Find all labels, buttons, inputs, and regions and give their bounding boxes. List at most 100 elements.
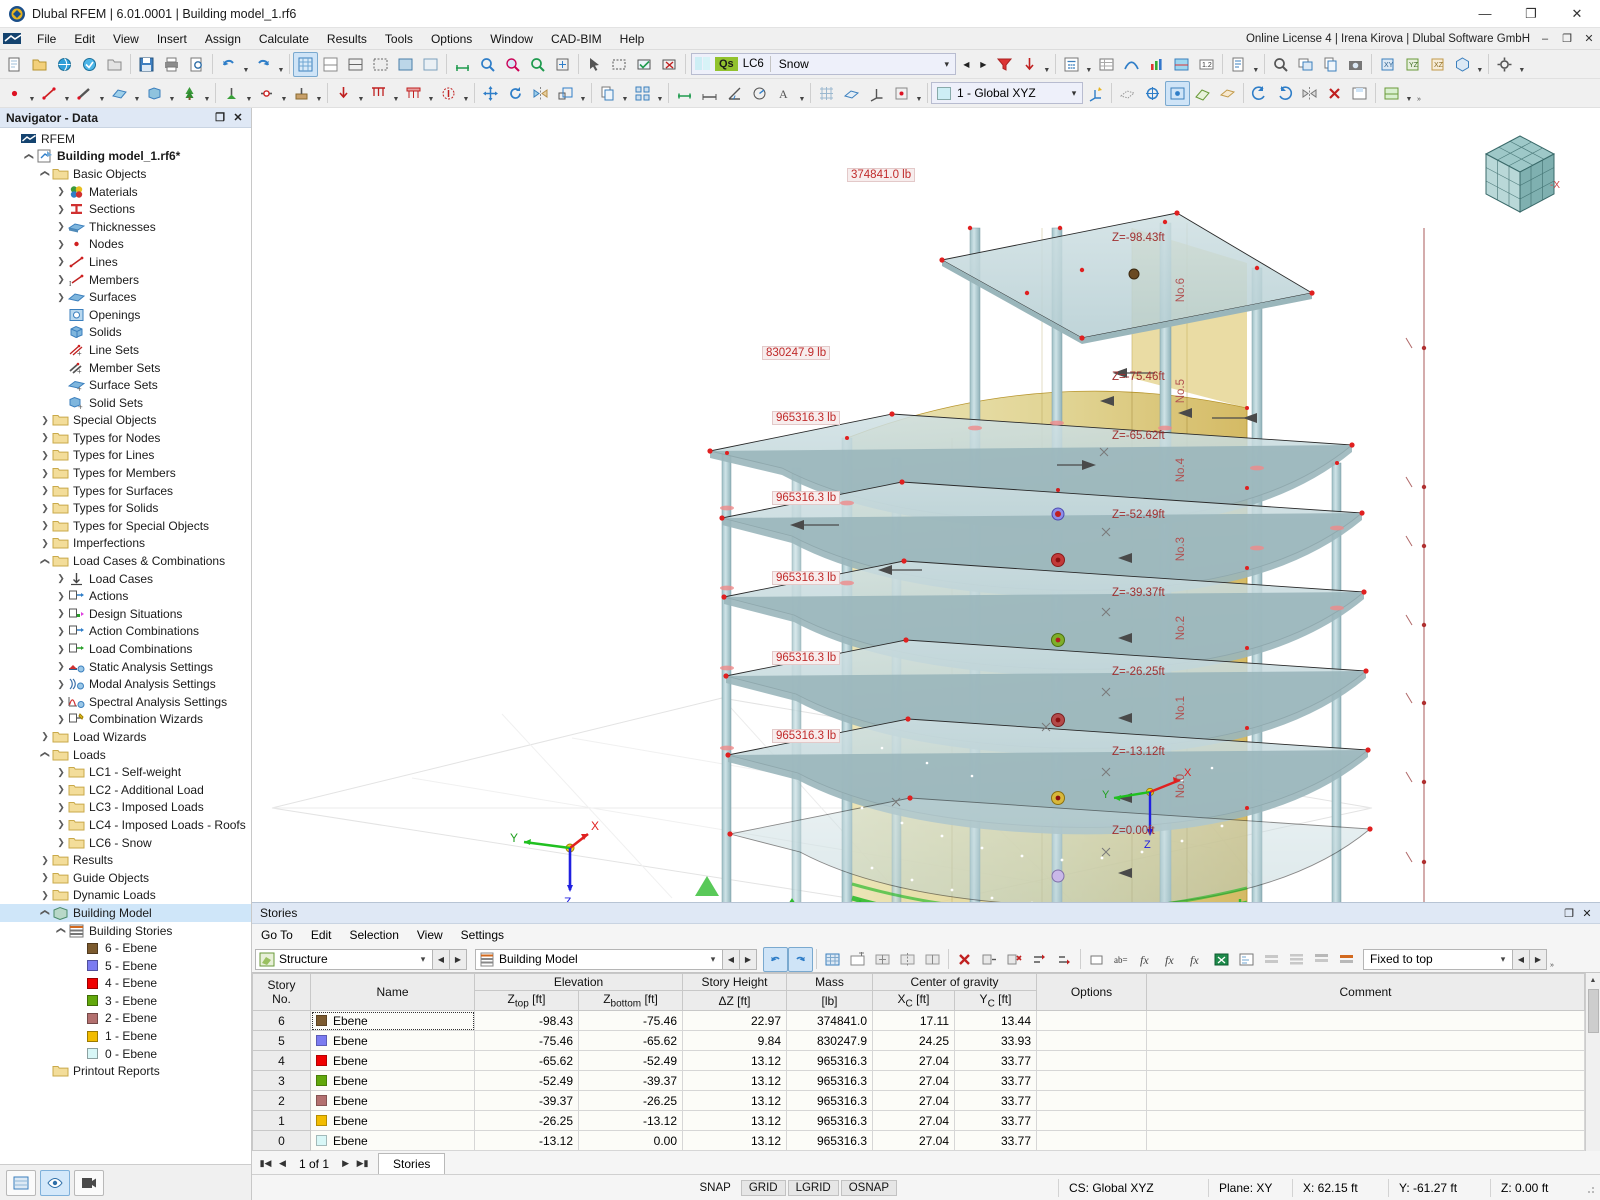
move-objects-button[interactable] — [478, 81, 503, 106]
copy-objects-button[interactable] — [595, 81, 620, 106]
tree-item-lc4-imposed-loads-roofs[interactable]: ❯ LC4 - Imposed Loads - Roofs — [0, 816, 251, 834]
chevron-down-icon[interactable]: ❮ — [40, 554, 51, 568]
cell-story-no[interactable]: 1 — [252, 1110, 311, 1132]
fixed-mode-prev-button[interactable]: ◀ — [1513, 948, 1530, 970]
stories-table-body[interactable]: 6 Ebene -98.43 -75.46 22.97 374841.0 17.11 13.4… — [252, 1010, 1585, 1151]
navigator-views-tab-button[interactable] — [74, 1169, 104, 1196]
chevron-down-icon[interactable]: ❮ — [40, 748, 51, 762]
tree-item-lc6-snow[interactable]: ❯ LC6 - Snow — [0, 834, 251, 852]
cell-story-height[interactable]: 22.97 — [682, 1010, 787, 1032]
cell-comment[interactable] — [1146, 1070, 1585, 1092]
tree-item-load-combinations[interactable]: ❯ Load Combinations — [0, 640, 251, 658]
stories-formula2-button[interactable]: fx — [1159, 947, 1184, 972]
status-grid-toggle[interactable]: GRID — [740, 1179, 786, 1196]
tree-item-building-model-1-rf6[interactable]: ❮ Building model_1.rf6* — [0, 148, 251, 166]
tree-item-1-ebene[interactable]: 1 - Ebene — [0, 1027, 251, 1045]
cell-yc[interactable]: 33.77 — [953, 1110, 1038, 1132]
results-surface-button[interactable] — [1169, 52, 1194, 77]
cell-story-name[interactable]: Ebene — [310, 1070, 475, 1092]
insert-line-load-caret[interactable]: ▼ — [391, 81, 401, 106]
cell-story-name[interactable]: Ebene — [310, 1010, 475, 1032]
tree-item-3-ebene[interactable]: 3 - Ebene — [0, 992, 251, 1010]
chevron-right-icon[interactable]: ❯ — [54, 644, 68, 655]
stories-delete-button[interactable] — [952, 947, 977, 972]
stories-insert-row-button[interactable] — [845, 947, 870, 972]
deselect-button[interactable] — [657, 52, 682, 77]
stories-print-table-button[interactable] — [1234, 947, 1259, 972]
tree-item-building-stories[interactable]: ❮ Building Stories — [0, 922, 251, 940]
stories-vertical-scrollbar[interactable]: ▲ — [1585, 973, 1600, 1151]
rotate-objects-button[interactable] — [503, 81, 528, 106]
cell-zbottom[interactable]: 0.00 — [578, 1130, 683, 1151]
building-model-next-button[interactable]: ▶ — [740, 948, 757, 970]
cell-story-no[interactable]: 2 — [252, 1090, 311, 1112]
chevron-right-icon[interactable]: ❯ — [38, 503, 52, 514]
redo-button[interactable] — [251, 52, 276, 77]
view-navigation-cube[interactable]: -X — [1468, 126, 1572, 230]
tree-item-types-for-lines[interactable]: ❯ Types for Lines — [0, 447, 251, 465]
cell-yc[interactable]: 33.93 — [953, 1030, 1038, 1052]
cell-story-no[interactable]: 0 — [252, 1130, 311, 1151]
insert-member-button[interactable] — [72, 81, 97, 106]
insert-free-load-caret[interactable]: ▼ — [461, 81, 471, 106]
cell-story-name[interactable]: Ebene — [310, 1090, 475, 1112]
cell-story-no[interactable]: 5 — [252, 1030, 311, 1052]
measure-button[interactable] — [672, 81, 697, 106]
calculate-dropdown-caret[interactable]: ▼ — [1084, 52, 1094, 77]
chevron-right-icon[interactable]: ❯ — [38, 415, 52, 426]
cell-story-no[interactable]: 6 — [252, 1010, 311, 1032]
cell-comment[interactable] — [1146, 1130, 1585, 1151]
load-case-prev-button[interactable]: ◀ — [958, 54, 975, 74]
section-view-button[interactable] — [1215, 81, 1240, 106]
menu-insert[interactable]: Insert — [148, 30, 196, 48]
cell-story-name[interactable]: Ebene — [310, 1030, 475, 1052]
cell-ztop[interactable]: -13.12 — [474, 1130, 579, 1151]
cell-story-name[interactable]: Ebene — [310, 1130, 475, 1151]
stories-menu-view[interactable]: View — [408, 926, 452, 944]
tree-item-loads[interactable]: ❮ Loads — [0, 746, 251, 764]
open-web-button[interactable] — [52, 52, 77, 77]
cell-mass[interactable]: 965316.3 — [786, 1130, 873, 1151]
chevron-right-icon[interactable]: ❯ — [54, 204, 68, 215]
chevron-right-icon[interactable]: ❯ — [54, 679, 68, 690]
insert-surface-load-button[interactable] — [401, 81, 426, 106]
menu-edit[interactable]: Edit — [65, 30, 104, 48]
mdi-close-button[interactable]: ✕ — [1578, 29, 1600, 49]
stories-rename-button[interactable]: ab= — [1109, 947, 1134, 972]
cell-story-height[interactable]: 13.12 — [682, 1130, 787, 1151]
stories-delete-row-button[interactable] — [1002, 947, 1027, 972]
chevron-right-icon[interactable]: ❯ — [54, 186, 68, 197]
chevron-right-icon[interactable]: ❯ — [38, 855, 52, 866]
building-model-chevron-down-icon[interactable]: ▾ — [704, 954, 722, 965]
array-objects-caret[interactable]: ▼ — [655, 81, 665, 106]
chevron-right-icon[interactable]: ❯ — [54, 626, 68, 637]
results-table-button[interactable] — [1094, 52, 1119, 77]
osnap-dropdown-caret[interactable]: ▼ — [914, 81, 924, 106]
cell-mass[interactable]: 965316.3 — [786, 1050, 873, 1072]
dimension-tool-button[interactable] — [450, 52, 475, 77]
fixed-mode-chevron-down-icon[interactable]: ▾ — [1494, 954, 1512, 965]
cell-comment[interactable] — [1146, 1090, 1585, 1112]
stories-building-model-selector[interactable]: Building Model ▾ — [475, 948, 723, 970]
open-recent-button[interactable] — [102, 52, 127, 77]
mirror-objects-button[interactable] — [528, 81, 553, 106]
cell-options[interactable] — [1036, 1110, 1148, 1132]
osnap-button[interactable] — [889, 81, 914, 106]
menu-assign[interactable]: Assign — [196, 30, 250, 48]
cell-xc[interactable]: 27.04 — [872, 1070, 955, 1092]
insert-line-button[interactable] — [37, 81, 62, 106]
tree-item-combination-wizards[interactable]: ❯ Combination Wizards — [0, 711, 251, 729]
stories-move-down-button[interactable] — [1052, 947, 1077, 972]
mdi-restore-button[interactable]: ❐ — [1556, 29, 1578, 49]
cell-yc[interactable]: 33.77 — [953, 1090, 1038, 1112]
cell-zbottom[interactable]: -26.25 — [578, 1090, 683, 1112]
resize-grip-icon[interactable] — [1582, 1181, 1596, 1195]
tree-item-nodes[interactable]: ❯ Nodes — [0, 236, 251, 254]
array-objects-button[interactable] — [630, 81, 655, 106]
cell-ztop[interactable]: -52.49 — [474, 1070, 579, 1092]
visibility-mode-button[interactable] — [1165, 80, 1190, 106]
next-view-button[interactable] — [1272, 81, 1297, 106]
insert-nodal-load-button[interactable] — [331, 81, 356, 106]
tree-item-modal-analysis-settings[interactable]: ❯ Modal Analysis Settings — [0, 675, 251, 693]
menu-calculate[interactable]: Calculate — [250, 30, 318, 48]
